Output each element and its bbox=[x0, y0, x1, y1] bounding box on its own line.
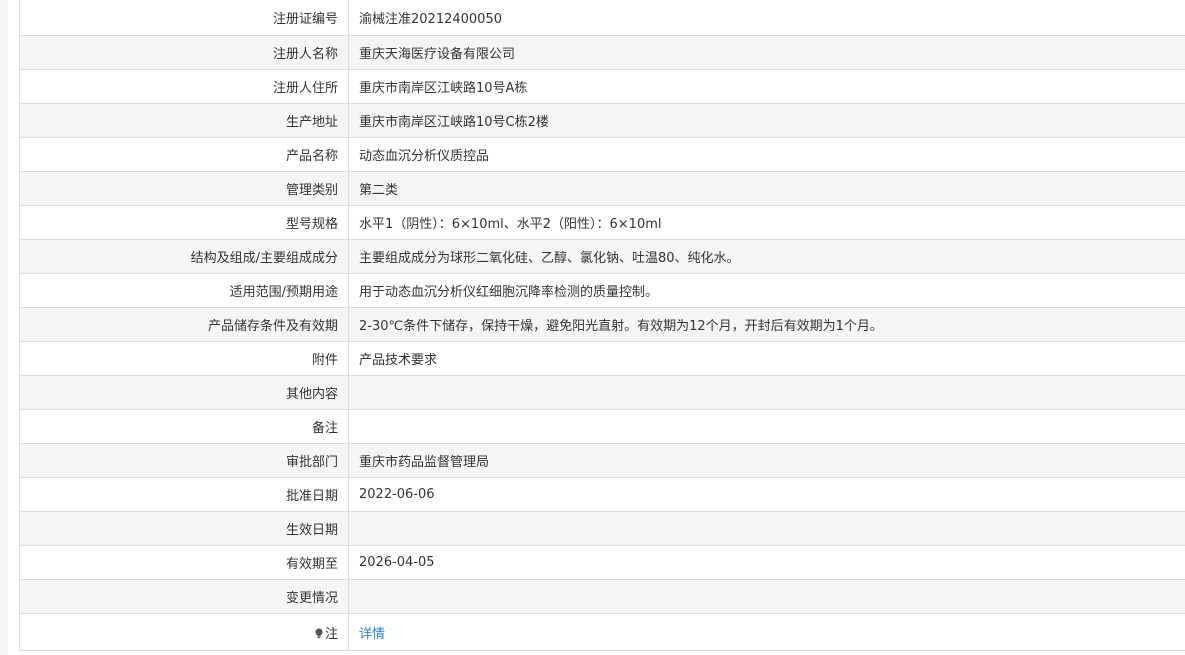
row-label: 生效日期 bbox=[19, 511, 349, 546]
row-value bbox=[348, 579, 1185, 614]
row-label: 注册证编号 bbox=[19, 0, 349, 36]
table-row: 产品名称 动态血沉分析仪质控品 bbox=[19, 137, 1185, 172]
row-value: 渝械注准20212400050 bbox=[348, 0, 1185, 36]
row-label: 有效期至 bbox=[19, 545, 349, 580]
table-row: 管理类别 第二类 bbox=[19, 171, 1185, 206]
row-value: 重庆市药品监督管理局 bbox=[348, 443, 1185, 478]
left-margin-strip bbox=[0, 0, 8, 655]
table-row: 注册人名称 重庆天海医疗设备有限公司 bbox=[19, 35, 1185, 70]
note-row: 注 详情 bbox=[19, 613, 1185, 651]
row-value: 动态血沉分析仪质控品 bbox=[348, 137, 1185, 172]
table-row: 生产地址 重庆市南岸区江峡路10号C栋2楼 bbox=[19, 103, 1185, 138]
lightbulb-icon bbox=[315, 627, 323, 639]
row-label: 注册人名称 bbox=[19, 35, 349, 70]
table-row: 备注 bbox=[19, 409, 1185, 444]
row-value bbox=[348, 511, 1185, 546]
table-row: 批准日期 2022-06-06 bbox=[19, 477, 1185, 512]
row-label: 其他内容 bbox=[19, 375, 349, 410]
registration-detail-table: 注册证编号 渝械注准20212400050 注册人名称 重庆天海医疗设备有限公司… bbox=[19, 0, 1185, 651]
table-row: 其他内容 bbox=[19, 375, 1185, 410]
row-label: 生产地址 bbox=[19, 103, 349, 138]
row-value: 用于动态血沉分析仪红细胞沉降率检测的质量控制。 bbox=[348, 273, 1185, 308]
row-value: 2-30℃条件下储存，保持干燥，避免阳光直射。有效期为12个月，开封后有效期为1… bbox=[348, 307, 1185, 342]
row-label: 注册人住所 bbox=[19, 69, 349, 104]
table-row: 有效期至 2026-04-05 bbox=[19, 545, 1185, 580]
table-row: 生效日期 bbox=[19, 511, 1185, 546]
row-label: 适用范围/预期用途 bbox=[19, 273, 349, 308]
row-label: 结构及组成/主要组成成分 bbox=[19, 239, 349, 274]
table-row: 变更情况 bbox=[19, 579, 1185, 614]
note-value-cell: 详情 bbox=[348, 613, 1185, 651]
table-row: 注册人住所 重庆市南岸区江峡路10号A栋 bbox=[19, 69, 1185, 104]
table-row: 型号规格 水平1（阴性）：6×10ml、水平2（阳性）：6×10ml bbox=[19, 205, 1185, 240]
row-label: 产品储存条件及有效期 bbox=[19, 307, 349, 342]
row-value: 产品技术要求 bbox=[348, 341, 1185, 376]
row-value: 重庆市南岸区江峡路10号A栋 bbox=[348, 69, 1185, 104]
row-value bbox=[348, 409, 1185, 444]
row-value: 重庆天海医疗设备有限公司 bbox=[348, 35, 1185, 70]
table-row: 结构及组成/主要组成成分 主要组成成分为球形二氧化硅、乙醇、氯化钠、吐温80、纯… bbox=[19, 239, 1185, 274]
table-row: 注册证编号 渝械注准20212400050 bbox=[19, 0, 1185, 36]
row-value: 主要组成成分为球形二氧化硅、乙醇、氯化钠、吐温80、纯化水。 bbox=[348, 239, 1185, 274]
table-row: 审批部门 重庆市药品监督管理局 bbox=[19, 443, 1185, 478]
row-label: 型号规格 bbox=[19, 205, 349, 240]
table-row: 产品储存条件及有效期 2-30℃条件下储存，保持干燥，避免阳光直射。有效期为12… bbox=[19, 307, 1185, 342]
row-label: 审批部门 bbox=[19, 443, 349, 478]
details-link[interactable]: 详情 bbox=[359, 627, 385, 642]
row-label: 管理类别 bbox=[19, 171, 349, 206]
row-label: 备注 bbox=[19, 409, 349, 444]
row-value: 2026-04-05 bbox=[348, 545, 1185, 580]
row-label: 产品名称 bbox=[19, 137, 349, 172]
row-value: 重庆市南岸区江峡路10号C栋2楼 bbox=[348, 103, 1185, 138]
row-value: 2022-06-06 bbox=[348, 477, 1185, 512]
note-label-cell: 注 bbox=[19, 613, 349, 651]
row-value bbox=[348, 375, 1185, 410]
table-row: 附件 产品技术要求 bbox=[19, 341, 1185, 376]
row-value: 水平1（阴性）：6×10ml、水平2（阳性）：6×10ml bbox=[348, 205, 1185, 240]
row-label: 批准日期 bbox=[19, 477, 349, 512]
row-value: 第二类 bbox=[348, 171, 1185, 206]
row-label: 附件 bbox=[19, 341, 349, 376]
note-label: 注 bbox=[324, 626, 338, 642]
row-label: 变更情况 bbox=[19, 579, 349, 614]
table-row: 适用范围/预期用途 用于动态血沉分析仪红细胞沉降率检测的质量控制。 bbox=[19, 273, 1185, 308]
